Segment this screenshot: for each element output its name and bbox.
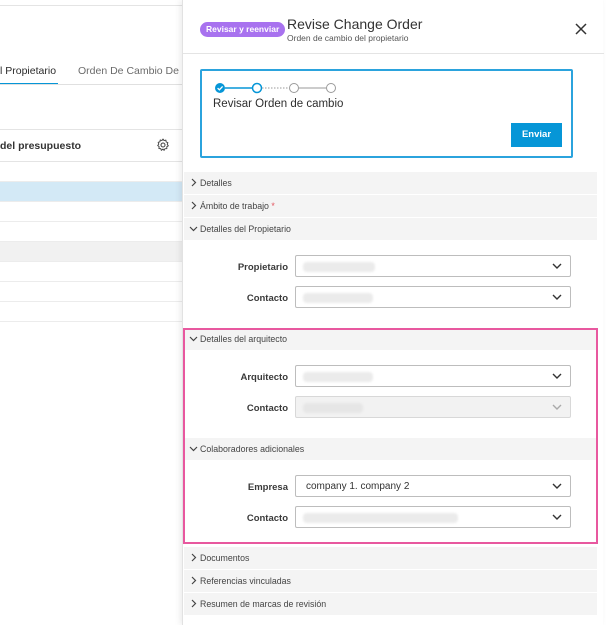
architect-contact-label: Contacto — [246, 403, 288, 414]
company-select[interactable]: company 1. company 2 — [295, 475, 571, 497]
chevron-down-icon — [189, 226, 198, 232]
table-row[interactable] — [0, 302, 200, 322]
owner-select[interactable] — [295, 255, 571, 277]
chevron-down-icon — [189, 336, 198, 342]
gear-icon[interactable] — [156, 138, 170, 152]
table-row[interactable] — [0, 202, 200, 222]
table-row[interactable] — [0, 162, 200, 182]
step-current-icon — [251, 82, 263, 94]
redacted-value — [303, 513, 458, 523]
required-marker: * — [271, 201, 275, 211]
chevron-down-icon — [189, 446, 198, 452]
step-pending-icon — [326, 83, 336, 93]
chevron-right-icon — [191, 599, 197, 608]
owner-label: Propietario — [237, 262, 288, 273]
panel-subtitle: Orden de cambio del propietario — [287, 33, 409, 43]
collaborator-contact-select[interactable] — [295, 506, 571, 528]
redacted-value — [303, 403, 363, 413]
section-label: Referencias vinculadas — [200, 576, 291, 586]
tab-bar: l Propietario Orden De Cambio De Pro — [0, 62, 200, 85]
workflow-stepper — [215, 82, 336, 94]
section-label: Detalles del Propietario — [200, 224, 291, 234]
section-label: Detalles del arquitecto — [200, 334, 288, 344]
redacted-value — [303, 262, 375, 272]
background-page: l Propietario Orden De Cambio De Pro del… — [0, 0, 200, 625]
workflow-card: Revisar Orden de cambio Enviar — [200, 69, 573, 158]
column-header: del presupuesto — [0, 140, 82, 152]
redacted-value — [303, 293, 373, 303]
section-label: Detalles — [200, 178, 232, 188]
chevron-down-icon — [552, 514, 562, 520]
workflow-step-title: Revisar Orden de cambio — [213, 98, 344, 110]
table-row[interactable] — [0, 222, 200, 242]
section-scope[interactable]: Ámbito de trabajo * — [184, 195, 597, 217]
section-label: Documentos — [200, 553, 250, 563]
section-owner-details[interactable]: Detalles del Propietario — [184, 218, 597, 240]
company-label: Empresa — [247, 482, 288, 493]
chevron-right-icon — [191, 553, 197, 562]
section-linked-references[interactable]: Referencias vinculadas — [184, 570, 597, 592]
step-pending-icon — [289, 83, 299, 93]
table-header: del presupuesto — [0, 129, 200, 162]
collaborator-contact-label: Contacto — [246, 513, 288, 524]
architect-contact-select — [295, 396, 571, 418]
redacted-value — [303, 372, 373, 382]
section-additional-collaborators[interactable]: Colaboradores adicionales — [184, 438, 597, 460]
owner-contact-label: Contacto — [246, 293, 288, 304]
tab-change-order[interactable]: Orden De Cambio De Pro — [78, 65, 198, 77]
tab-owner[interactable]: l Propietario — [0, 65, 56, 77]
section-label-text: Ámbito de trabajo — [200, 201, 269, 211]
section-label: Resumen de marcas de revisión — [200, 599, 327, 609]
panel-header: Revisar y reenviar Revise Change Order O… — [183, 0, 604, 54]
chevron-down-icon — [552, 294, 562, 300]
architect-select[interactable] — [295, 365, 571, 387]
panel-title: Revise Change Order — [287, 16, 423, 32]
chevron-down-icon — [552, 483, 562, 489]
status-badge: Revisar y reenviar — [200, 22, 286, 37]
step-complete-icon — [215, 83, 225, 93]
table-row[interactable] — [0, 282, 200, 302]
section-architect-details[interactable]: Detalles del arquitecto — [184, 328, 597, 350]
chevron-right-icon — [191, 178, 197, 187]
architect-label: Arquitecto — [240, 372, 289, 383]
send-button[interactable]: Enviar — [511, 123, 562, 147]
divider — [0, 84, 200, 85]
revise-change-order-panel: Revisar y reenviar Revise Change Order O… — [182, 0, 604, 625]
chevron-right-icon — [191, 201, 197, 210]
table-row[interactable] — [0, 322, 200, 342]
chevron-down-icon — [552, 404, 562, 410]
section-documents[interactable]: Documentos — [184, 547, 597, 569]
chevron-down-icon — [552, 263, 562, 269]
chevron-right-icon — [191, 576, 197, 585]
owner-contact-select[interactable] — [295, 286, 571, 308]
table-row[interactable] — [0, 182, 200, 202]
section-label: Ámbito de trabajo * — [200, 201, 275, 211]
chevron-down-icon — [552, 373, 562, 379]
table-row[interactable] — [0, 242, 200, 262]
table-row[interactable] — [0, 262, 200, 282]
divider — [0, 5, 200, 6]
company-value: company 1. company 2 — [306, 481, 410, 492]
section-details[interactable]: Detalles — [184, 172, 597, 194]
section-markup-summary[interactable]: Resumen de marcas de revisión — [184, 593, 597, 615]
section-label: Colaboradores adicionales — [200, 444, 305, 454]
close-icon[interactable] — [574, 22, 588, 36]
